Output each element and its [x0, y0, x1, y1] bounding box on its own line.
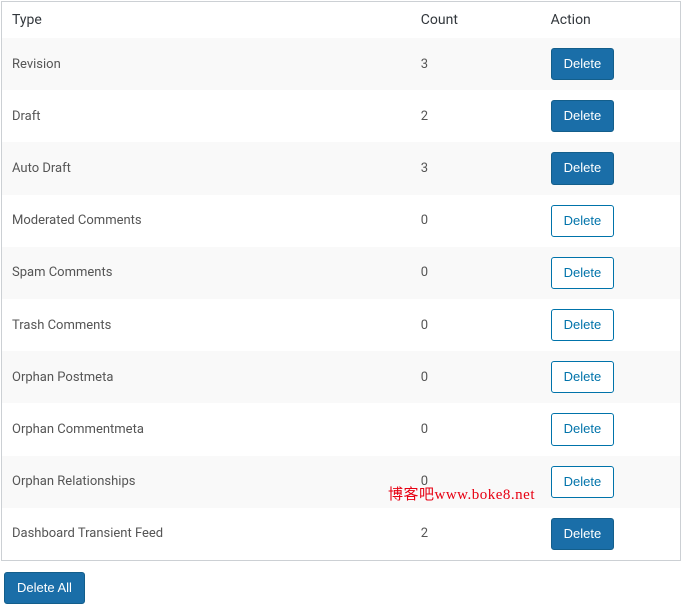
- delete-all-button[interactable]: Delete All: [4, 572, 85, 604]
- cell-type: Spam Comments: [2, 247, 411, 299]
- table-row: Dashboard Transient Feed2 Delete: [2, 508, 681, 561]
- cell-type: Dashboard Transient Feed: [2, 508, 411, 561]
- table-row: Revision3 Delete: [2, 38, 681, 90]
- delete-button[interactable]: Delete: [551, 361, 615, 393]
- delete-button[interactable]: Delete: [551, 466, 615, 498]
- delete-button[interactable]: Delete: [551, 152, 615, 184]
- cell-type: Orphan Postmeta: [2, 351, 411, 403]
- cell-count: 2: [411, 90, 541, 142]
- cell-action: Delete: [541, 142, 681, 194]
- delete-button[interactable]: Delete: [551, 48, 615, 80]
- table-row: Trash Comments0 Delete: [2, 299, 681, 351]
- table-row: Draft2 Delete: [2, 90, 681, 142]
- header-count: Count: [411, 2, 541, 39]
- delete-button[interactable]: Delete: [551, 100, 615, 132]
- cell-type: Moderated Comments: [2, 195, 411, 247]
- cell-type: Revision: [2, 38, 411, 90]
- cell-count: 2: [411, 508, 541, 561]
- table-row: Auto Draft3 Delete: [2, 142, 681, 194]
- table-row: Spam Comments0 Delete: [2, 247, 681, 299]
- cell-action: Delete: [541, 38, 681, 90]
- cell-action: Delete: [541, 403, 681, 455]
- cell-count: 0: [411, 299, 541, 351]
- cell-action: Delete: [541, 456, 681, 508]
- table-row: Moderated Comments0 Delete: [2, 195, 681, 247]
- cell-action: Delete: [541, 299, 681, 351]
- cell-count: 0: [411, 247, 541, 299]
- cell-action: Delete: [541, 508, 681, 561]
- cell-count: 0: [411, 195, 541, 247]
- cell-count: 0: [411, 456, 541, 508]
- delete-button[interactable]: Delete: [551, 257, 615, 289]
- cell-type: Draft: [2, 90, 411, 142]
- cell-type: Trash Comments: [2, 299, 411, 351]
- cell-type: Orphan Relationships: [2, 456, 411, 508]
- cell-count: 0: [411, 351, 541, 403]
- table-header-row: Type Count Action: [2, 2, 681, 39]
- cell-count: 3: [411, 38, 541, 90]
- table-row: Orphan Commentmeta0 Delete: [2, 403, 681, 455]
- table-row: Orphan Postmeta0 Delete: [2, 351, 681, 403]
- header-action: Action: [541, 2, 681, 39]
- cell-count: 3: [411, 142, 541, 194]
- table-row: Orphan Relationships0 Delete: [2, 456, 681, 508]
- cleanup-table: Type Count Action Revision3DeleteDraft2D…: [1, 1, 681, 561]
- delete-button[interactable]: Delete: [551, 309, 615, 341]
- delete-button[interactable]: Delete: [551, 413, 615, 445]
- cell-action: Delete: [541, 247, 681, 299]
- delete-button[interactable]: Delete: [551, 518, 615, 550]
- delete-button[interactable]: Delete: [551, 205, 615, 237]
- cell-action: Delete: [541, 90, 681, 142]
- cell-type: Orphan Commentmeta: [2, 403, 411, 455]
- cell-count: 0: [411, 403, 541, 455]
- cell-action: Delete: [541, 351, 681, 403]
- cell-type: Auto Draft: [2, 142, 411, 194]
- cell-action: Delete: [541, 195, 681, 247]
- header-type: Type: [2, 2, 411, 39]
